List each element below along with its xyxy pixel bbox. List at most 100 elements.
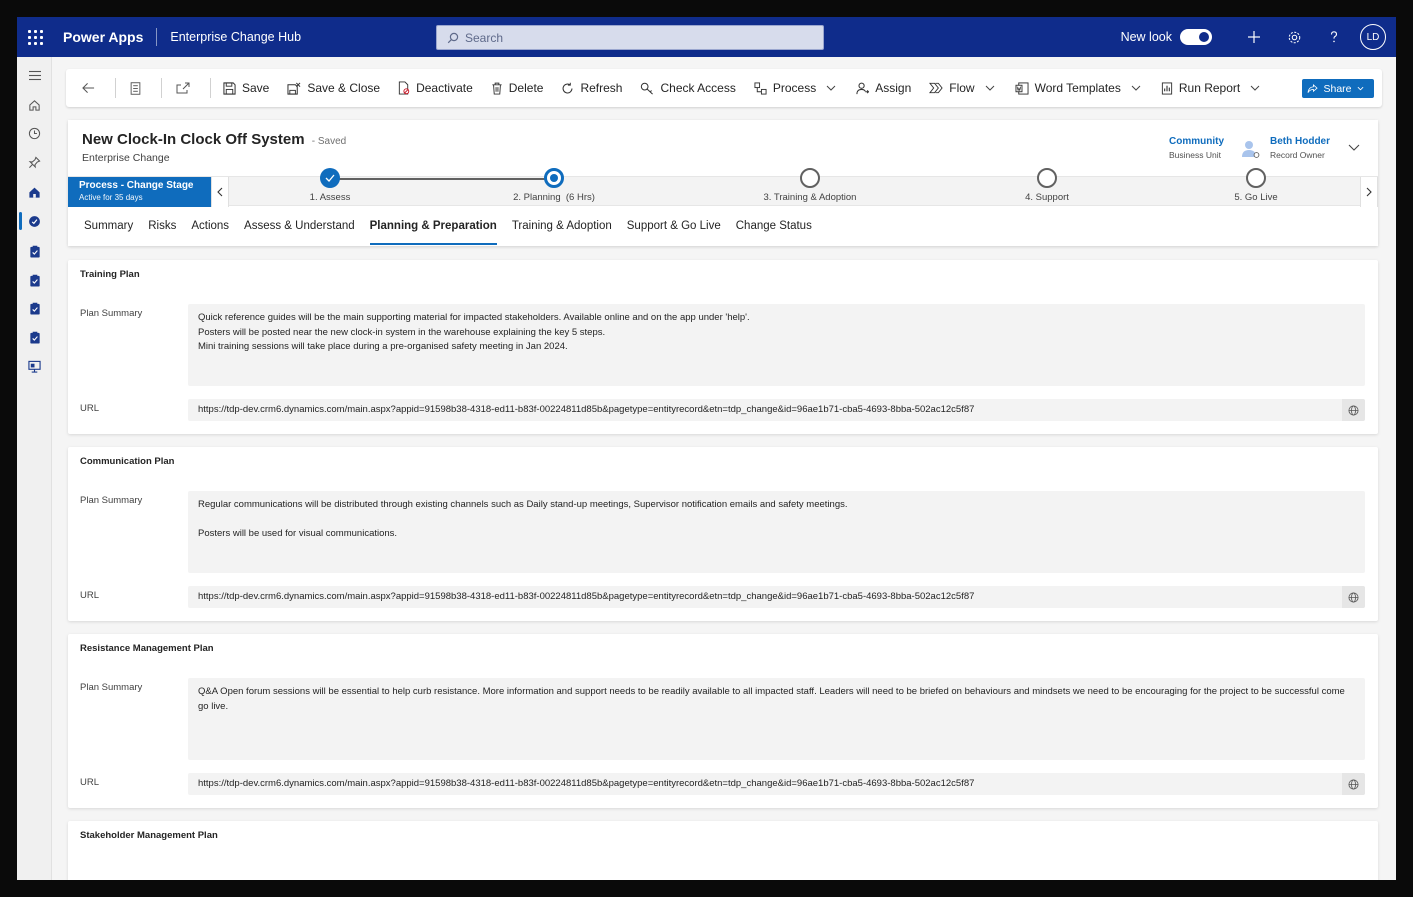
url-field[interactable]: https://tdp-dev.crm6.dynamics.com/main.a…: [188, 399, 1365, 421]
process-button[interactable]: Process: [742, 69, 842, 107]
check-access-button[interactable]: Check Access: [628, 69, 741, 107]
tab-training-adoption[interactable]: Training & Adoption: [512, 220, 612, 242]
url-label: URL: [80, 403, 100, 414]
delete-button[interactable]: Delete: [479, 69, 550, 107]
bpf-next-button[interactable]: [1360, 177, 1378, 207]
search-input[interactable]: Search: [436, 25, 824, 50]
tab-actions[interactable]: Actions: [191, 220, 229, 242]
save-label: Save: [242, 81, 270, 95]
form-button[interactable]: [118, 69, 159, 107]
presentation-icon[interactable]: [26, 358, 43, 375]
home-icon[interactable]: [26, 97, 43, 114]
business-unit-value[interactable]: Community: [1169, 136, 1224, 147]
word-templates-icon: [1015, 81, 1029, 95]
waffle-icon[interactable]: [17, 17, 53, 57]
app-name[interactable]: Power Apps: [63, 29, 143, 45]
chevron-down-icon[interactable]: [1348, 138, 1360, 156]
bpf-stage-assess[interactable]: [320, 168, 340, 188]
url-field[interactable]: https://tdp-dev.crm6.dynamics.com/main.a…: [188, 586, 1365, 608]
divider: [210, 78, 211, 98]
chevron-down-icon: [1357, 86, 1363, 91]
run-report-button[interactable]: Run Report: [1147, 69, 1266, 107]
delete-icon: [492, 82, 502, 95]
url-field[interactable]: https://tdp-dev.crm6.dynamics.com/main.a…: [188, 773, 1365, 795]
plan-summary-label: Plan Summary: [80, 495, 143, 506]
divider: [156, 28, 158, 46]
check-access-icon: [641, 82, 654, 94]
back-button[interactable]: [66, 69, 113, 107]
owner-value[interactable]: Beth Hodder: [1270, 136, 1330, 147]
tab-change-status[interactable]: Change Status: [736, 220, 812, 242]
tab-assess-understand[interactable]: Assess & Understand: [244, 220, 355, 242]
chevron-down-icon: [1250, 85, 1260, 91]
back-icon: [82, 82, 95, 94]
form-icon: [130, 81, 141, 95]
clipboard-icon[interactable]: [26, 272, 43, 289]
check-icon: [325, 174, 335, 182]
word-templates-label: Word Templates: [1034, 81, 1121, 95]
bpf-stage-go-live[interactable]: [1246, 168, 1266, 188]
run-report-label: Run Report: [1178, 81, 1241, 95]
pin-icon[interactable]: [26, 154, 43, 171]
business-unit-label: Business Unit: [1169, 150, 1221, 160]
save-button[interactable]: Save: [213, 69, 275, 107]
clipboard-icon[interactable]: [26, 329, 43, 346]
chevron-right-icon: [1366, 187, 1372, 197]
command-bar: Save Save & Close Deactivate Delete Refr…: [66, 69, 1382, 107]
process-stage-flyout[interactable]: Process - Change Stage Active for 35 day…: [68, 177, 211, 207]
globe-icon[interactable]: [1342, 586, 1365, 608]
clipboard-icon[interactable]: [26, 243, 43, 260]
recent-icon[interactable]: [26, 125, 43, 142]
plus-icon[interactable]: [1234, 17, 1274, 57]
bpf-stage-support[interactable]: [1037, 168, 1057, 188]
globe-icon[interactable]: [1342, 399, 1365, 421]
user-avatar[interactable]: LD: [1360, 24, 1386, 50]
bpf-stage-name: 2. Planning: [513, 192, 561, 203]
business-process-flow: Process - Change Stage Active for 35 day…: [68, 168, 1378, 207]
check-access-label: Check Access: [660, 81, 736, 95]
chevron-left-icon: [217, 187, 223, 197]
deactivate-icon: [398, 81, 410, 95]
bpf-stage-planning[interactable]: [544, 168, 564, 188]
bpf-stage-label: 1. Assess: [309, 192, 351, 203]
flow-button[interactable]: Flow: [917, 69, 1000, 107]
gear-icon[interactable]: [1274, 17, 1314, 57]
tab-risks[interactable]: Risks: [148, 220, 176, 242]
save-close-button[interactable]: Save & Close: [275, 69, 386, 107]
globe-icon[interactable]: [1342, 773, 1365, 795]
bpf-prev-button[interactable]: [211, 177, 229, 207]
delete-label: Delete: [508, 81, 544, 95]
dashboard-home-icon[interactable]: [26, 184, 43, 201]
tab-summary[interactable]: Summary: [84, 220, 133, 242]
refresh-icon: [563, 82, 573, 93]
assign-button[interactable]: Assign: [842, 69, 917, 107]
word-templates-button[interactable]: Word Templates: [1001, 69, 1147, 107]
environment-name[interactable]: Enterprise Change Hub: [170, 30, 301, 44]
form-tabs: Summary Risks Actions Assess & Understan…: [84, 220, 827, 245]
new-look-toggle[interactable]: [1180, 29, 1212, 45]
training-plan-section: Training Plan Plan Summary Quick referen…: [68, 260, 1378, 434]
left-nav: [17, 57, 52, 880]
app-frame: Power Apps Enterprise Change Hub Search …: [17, 17, 1396, 880]
hamburger-icon[interactable]: [26, 67, 43, 84]
save-status: - Saved: [311, 136, 347, 147]
bpf-stage-training[interactable]: [800, 168, 820, 188]
help-icon[interactable]: [1314, 17, 1354, 57]
record-entity: Enterprise Change: [82, 152, 170, 164]
tab-support-go-live[interactable]: Support & Go Live: [627, 220, 721, 242]
share-button[interactable]: Share: [1302, 79, 1374, 98]
clipboard-icon[interactable]: [26, 300, 43, 317]
assign-icon: [856, 82, 870, 94]
refresh-button[interactable]: Refresh: [549, 69, 628, 107]
plan-summary-field[interactable]: Q&A Open forum sessions will be essentia…: [188, 678, 1365, 760]
changes-icon[interactable]: [26, 213, 43, 230]
popout-button[interactable]: [164, 69, 208, 107]
record-title-text: New Clock-In Clock Off System: [82, 131, 305, 148]
communication-plan-section: Communication Plan Plan Summary Regular …: [68, 447, 1378, 621]
deactivate-button[interactable]: Deactivate: [386, 69, 479, 107]
plan-summary-field[interactable]: Quick reference guides will be the main …: [188, 304, 1365, 386]
section-title: Stakeholder Management Plan: [80, 830, 218, 841]
tab-planning-preparation[interactable]: Planning & Preparation: [369, 220, 497, 245]
save-close-icon: [287, 82, 301, 95]
plan-summary-field[interactable]: Regular communications will be distribut…: [188, 491, 1365, 573]
